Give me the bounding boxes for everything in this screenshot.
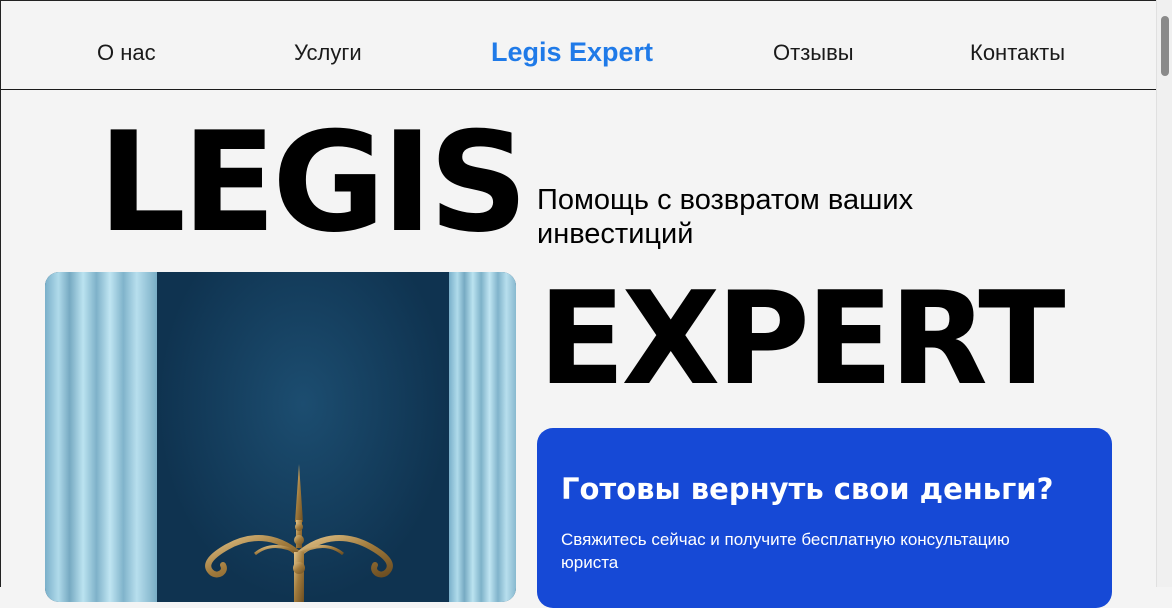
brand-logo-link[interactable]: Legis Expert	[491, 37, 653, 68]
vertical-scrollbar[interactable]	[1156, 0, 1172, 587]
hero-title-expert: EXPERT	[538, 265, 1065, 414]
cta-card: Готовы вернуть свои деньги? Свяжитесь се…	[537, 428, 1112, 608]
cta-title: Готовы вернуть свои деньги?	[561, 472, 1054, 506]
hero-image	[45, 272, 516, 602]
hero-subtitle: Помощь с возвратом ваших инвестиций	[537, 184, 914, 250]
window-border-top	[0, 0, 1156, 1]
cta-text: Свяжитесь сейчас и получите бесплатную к…	[561, 530, 1010, 572]
scrollbar-thumb[interactable]	[1161, 16, 1169, 76]
nav-link-reviews[interactable]: Отзывы	[773, 40, 854, 66]
hero-title-legis: LEGIS	[98, 102, 528, 263]
nav-link-contacts[interactable]: Контакты	[970, 40, 1065, 66]
main-navigation: О нас Услуги Legis Expert Отзывы Контакт…	[0, 0, 1156, 90]
window-border-left	[0, 0, 1, 587]
nav-link-services[interactable]: Услуги	[294, 40, 362, 66]
nav-link-about[interactable]: О нас	[97, 40, 156, 66]
scales-of-justice-icon	[205, 464, 393, 602]
